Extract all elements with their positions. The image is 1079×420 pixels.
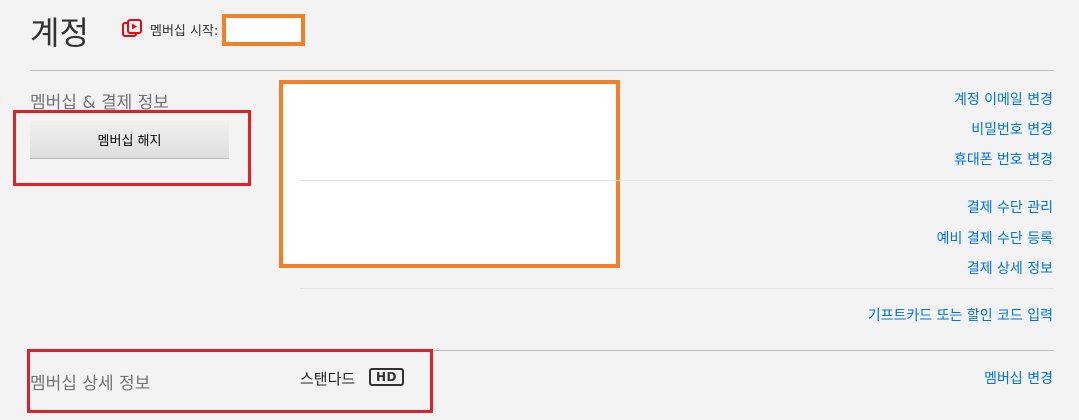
page-title: 계정 — [30, 14, 89, 52]
change-account-email-link[interactable]: 계정 이메일 변경 — [954, 89, 1053, 109]
member-since-icon — [122, 19, 142, 37]
payment-links-divider — [300, 288, 1054, 289]
billing-details-link[interactable]: 결제 상세 정보 — [967, 258, 1053, 278]
billing-info-redaction — [279, 80, 620, 268]
member-since-label: 멤버십 시작: — [150, 24, 219, 39]
account-links-divider — [300, 180, 1054, 181]
change-plan-link[interactable]: 멤버십 변경 — [984, 368, 1053, 388]
header-divider — [30, 70, 1054, 71]
change-phone-number-link[interactable]: 휴대폰 번호 변경 — [954, 149, 1053, 169]
member-since-date-redaction — [222, 14, 305, 46]
cancel-button-annotation-box — [13, 110, 251, 186]
redeem-gift-card-link[interactable]: 기프트카드 또는 할인 코드 입력 — [868, 305, 1053, 325]
change-password-link[interactable]: 비밀번호 변경 — [971, 119, 1053, 139]
add-backup-payment-method-link[interactable]: 예비 결제 수단 등록 — [937, 228, 1053, 248]
manage-payment-method-link[interactable]: 결제 수단 관리 — [967, 197, 1053, 217]
plan-details-annotation-box — [27, 349, 433, 413]
